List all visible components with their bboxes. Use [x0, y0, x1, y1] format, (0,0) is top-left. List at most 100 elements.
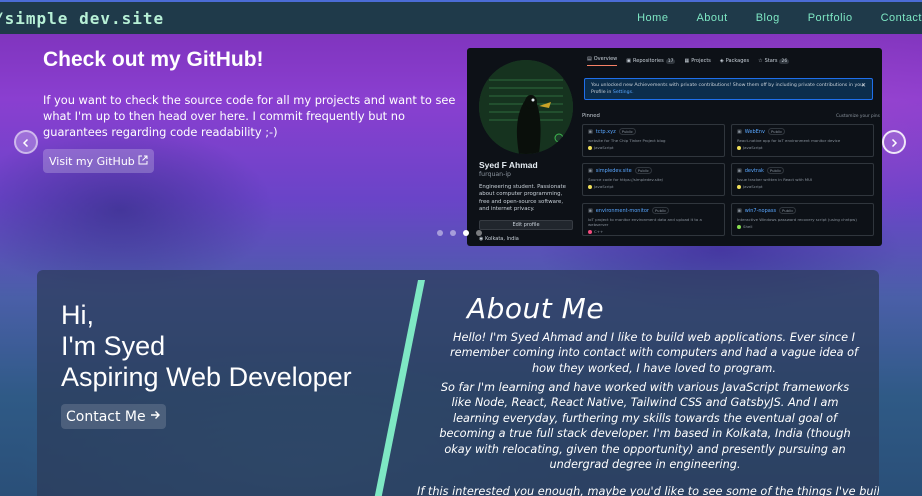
github-tab-label: Projects: [691, 58, 711, 64]
nav-link-home[interactable]: Home: [623, 12, 682, 24]
location-pin-icon: ◉: [479, 236, 484, 242]
github-tab-label: Packages: [725, 58, 750, 64]
carousel-dot-2[interactable]: [450, 230, 456, 236]
carousel-indicators: [437, 230, 482, 236]
nav-link-portfolio[interactable]: Portfolio: [794, 12, 867, 24]
github-username: furquan-ip: [479, 171, 511, 178]
repo-icon: ▣: [737, 128, 742, 135]
language-color-dot: [737, 145, 741, 150]
github-achievements-notice: You unlocked new Achievements with priva…: [584, 78, 873, 100]
repo-language: C++: [594, 229, 604, 234]
greeting-line-2: I'm Syed: [61, 331, 166, 361]
github-tab-label: Overview: [593, 56, 618, 62]
github-tabs: ▤ Overview ▣ Repositories 17 ▦ Projects …: [587, 56, 790, 66]
external-link-icon: [138, 155, 148, 168]
language-color-dot: [588, 184, 592, 189]
github-pinned-heading: Pinned: [582, 113, 600, 119]
site-brand[interactable]: /simple dev.site: [0, 9, 164, 28]
github-notice-link: Settings.: [612, 89, 634, 95]
nav-link-about[interactable]: About: [682, 12, 741, 24]
repo-icon: ▣: [588, 167, 593, 174]
github-tab-repositories: ▣ Repositories 17: [626, 56, 676, 66]
repo-icon: ▣: [588, 207, 593, 214]
language-color-dot: [588, 145, 592, 150]
repo-visibility: Public: [779, 207, 797, 214]
hero-greeting: Hi, I'm Syed Aspiring Web Developer: [61, 300, 352, 393]
book-icon: ▤: [587, 56, 592, 62]
repo-visibility: Public: [767, 128, 786, 135]
slide-text: If you want to check the source code for…: [43, 93, 456, 139]
repo-language: JavaScript: [594, 184, 614, 189]
repo-language: JavaScript: [743, 145, 763, 150]
chevron-right-icon: [889, 133, 899, 152]
repo-visibility: Public: [766, 167, 785, 174]
chevron-left-icon: [21, 133, 31, 152]
repo-language: JavaScript: [743, 184, 763, 189]
carousel: Check out my GitHub! If you want to chec…: [0, 34, 922, 246]
repo-name: tctp.xyz: [595, 128, 616, 135]
language-color-dot: [737, 224, 741, 229]
github-edit-profile: Edit profile: [479, 220, 573, 230]
carousel-dot-1[interactable]: [437, 230, 443, 236]
nav-links: Home About Blog Portfolio Contact: [623, 12, 922, 24]
close-icon: ✕: [860, 82, 866, 89]
language-color-dot: [737, 184, 741, 189]
github-profile-screenshot: Syed F Ahmad furquan-ip Engineering stud…: [467, 48, 882, 246]
contact-me-label: Contact Me: [66, 408, 146, 425]
visit-github-button[interactable]: Visit my GitHub: [43, 149, 154, 173]
github-location-text: Kolkata, India: [484, 236, 519, 242]
about-section: Hi, I'm Syed Aspiring Web Developer Cont…: [37, 270, 879, 496]
repo-description: Source code for https://simpledev.site/: [588, 177, 664, 182]
repo-description: Interactive Windows password recovery sc…: [737, 217, 857, 222]
github-pinned-repo: ▣ win7-nopass Public Interactive Windows p…: [731, 203, 874, 236]
github-tab-count: 26: [779, 58, 790, 64]
repo-name: environment-monitor: [595, 207, 649, 214]
carousel-dot-4[interactable]: [476, 230, 482, 236]
github-tab-stars: ☆ Stars 26: [758, 56, 790, 66]
repo-name: WebEnv: [744, 128, 765, 135]
repo-icon: ▣: [626, 58, 632, 64]
github-tab-overview: ▤ Overview: [587, 56, 618, 66]
github-customize-pins: Customize your pins: [836, 114, 880, 119]
github-avatar: [479, 60, 573, 154]
visit-github-label: Visit my GitHub: [49, 154, 135, 168]
github-display-name: Syed F Ahmad: [479, 160, 538, 170]
repo-visibility: Public: [651, 207, 670, 214]
repo-icon: ▣: [737, 167, 742, 174]
carousel-dot-3[interactable]: [463, 230, 469, 236]
greeting-line-3: Aspiring Web Developer: [61, 362, 352, 392]
github-bio: Engineering student. Passionate about co…: [479, 184, 566, 213]
star-icon: ☆: [758, 58, 763, 64]
repo-description: React-native app for IoT environment mon…: [737, 138, 841, 143]
github-pinned-repo: ▣ simpledev.site Public Source code for ht…: [582, 163, 725, 196]
arrow-right-icon: [149, 409, 161, 425]
repo-visibility: Public: [634, 167, 652, 174]
github-pinned-repo: ▣ WebEnv Public React-native app for IoT e…: [731, 124, 874, 157]
repo-visibility: Public: [618, 128, 636, 135]
contact-me-button[interactable]: Contact Me: [61, 404, 166, 429]
repo-description: IoT project to monitor environment data …: [588, 217, 702, 227]
repo-language: Shell: [743, 224, 753, 229]
github-pinned-repo: ▣ tctp.xyz Public website for The Chip Tin…: [582, 124, 725, 157]
carousel-next-button[interactable]: [882, 130, 906, 154]
github-tab-label: Stars: [764, 58, 778, 64]
navbar: /simple dev.site Home About Blog Portfol…: [0, 0, 922, 34]
table-icon: ▦: [684, 58, 690, 64]
nav-link-contact[interactable]: Contact: [867, 12, 922, 24]
github-pinned-repo: ▣ devtrak Public Issue tracker written in …: [731, 163, 874, 196]
repo-name: simpledev.site: [595, 167, 632, 174]
repo-language: JavaScript: [594, 145, 614, 150]
language-color-dot: [588, 229, 592, 234]
greeting-line-1: Hi,: [61, 300, 94, 330]
repo-icon: ▣: [737, 207, 742, 214]
carousel-prev-button[interactable]: [14, 130, 38, 154]
github-tab-packages: ◈ Packages: [720, 56, 749, 66]
about-paragraph-1: Hello! I'm Syed Ahmad and I like to buil…: [449, 331, 859, 375]
package-icon: ◈: [719, 58, 724, 64]
nav-link-blog[interactable]: Blog: [742, 12, 794, 24]
repo-description: Issue tracker written in React with MUI: [737, 177, 813, 182]
repo-icon: ▣: [588, 128, 593, 135]
about-paragraph-2: So far I'm learning and have worked with…: [439, 381, 851, 472]
repo-name: devtrak: [744, 167, 764, 174]
repo-name: win7-nopass: [744, 207, 777, 214]
